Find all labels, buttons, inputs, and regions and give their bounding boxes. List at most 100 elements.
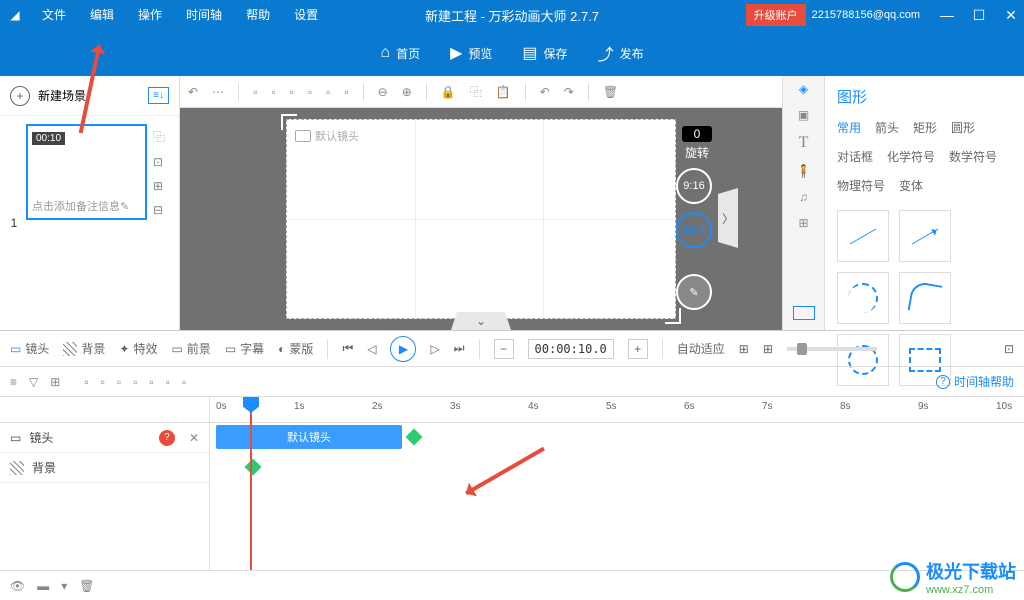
undo2-icon[interactable]: ↶ bbox=[540, 85, 550, 99]
publish-button[interactable]: ⤴发布 bbox=[598, 41, 644, 65]
save-button[interactable]: ▤保存 bbox=[522, 43, 567, 63]
lock-icon[interactable]: ⊡ bbox=[153, 155, 171, 169]
align-left-icon[interactable]: ▫ bbox=[253, 85, 257, 99]
undo-icon[interactable]: ↶ bbox=[188, 85, 198, 99]
step-fwd-icon[interactable]: ⏭ bbox=[454, 341, 465, 356]
cat-circle[interactable]: 圆形 bbox=[951, 119, 975, 136]
align-bot-icon[interactable]: ▫ bbox=[344, 85, 348, 99]
music-tab-icon[interactable]: ♫ bbox=[799, 190, 808, 204]
paste-icon[interactable]: 📋 bbox=[496, 85, 511, 99]
cat-chem[interactable]: 化学符号 bbox=[887, 148, 935, 165]
copy2-icon[interactable]: ⿻ bbox=[470, 83, 482, 100]
timecode[interactable]: 00:00:10.0 bbox=[528, 339, 614, 359]
ratio-edit[interactable]: ✎ bbox=[676, 274, 712, 310]
keyframe-icon[interactable] bbox=[406, 429, 423, 446]
cat-dialog[interactable]: 对话框 bbox=[837, 148, 873, 165]
ratio-169[interactable]: 16:9 bbox=[676, 212, 712, 248]
upgrade-button[interactable]: 升级账户 bbox=[746, 4, 806, 26]
timeline-tracks[interactable]: 0s 1s 2s 3s 4s 5s 6s 7s 8s 9s 10s 默认镜头 bbox=[210, 397, 1024, 570]
filter-icon[interactable]: ▽ bbox=[29, 375, 38, 389]
rect-preview-icon[interactable] bbox=[793, 306, 815, 320]
zoom-in-icon[interactable]: ⊕ bbox=[402, 85, 412, 99]
f5-icon[interactable]: ▫ bbox=[149, 375, 153, 389]
del-icon[interactable]: 🗑 bbox=[79, 579, 94, 593]
shape-arrow[interactable] bbox=[899, 210, 951, 262]
f2-icon[interactable]: ▫ bbox=[101, 375, 105, 389]
text-tab-icon[interactable]: T bbox=[799, 134, 809, 152]
cat-math[interactable]: 数学符号 bbox=[949, 148, 997, 165]
menu-file[interactable]: 文件 bbox=[30, 0, 78, 30]
align-top-icon[interactable]: ▫ bbox=[308, 85, 312, 99]
cat-arrow[interactable]: 箭头 bbox=[875, 119, 899, 136]
zoom-out-icon[interactable]: ⊖ bbox=[378, 85, 388, 99]
misc-tab-icon[interactable]: ⊞ bbox=[798, 216, 808, 230]
timeline-help[interactable]: ?时间轴帮助 bbox=[936, 373, 1014, 390]
camera-clip[interactable]: 默认镜头 bbox=[216, 425, 402, 449]
tl-subtitle-button[interactable]: ▭字幕 bbox=[225, 340, 264, 357]
expand-tl-icon[interactable]: ⊡ bbox=[1004, 342, 1014, 356]
track-camera[interactable]: ▭ 镜头 ? ✕ bbox=[0, 423, 209, 453]
close-icon[interactable]: ✕ bbox=[998, 7, 1024, 24]
tl-foreground-button[interactable]: ▭前景 bbox=[171, 340, 210, 357]
person-tab-icon[interactable]: 🧍 bbox=[796, 164, 811, 178]
list-icon[interactable]: ≡ bbox=[10, 375, 17, 389]
folder-icon[interactable]: ▬ bbox=[37, 579, 49, 593]
shape-arc[interactable] bbox=[899, 272, 951, 324]
preview-button[interactable]: ▶预览 bbox=[450, 43, 492, 63]
time-ruler[interactable]: 0s 1s 2s 3s 4s 5s 6s 7s 8s 9s 10s bbox=[210, 397, 1024, 423]
align-center-icon[interactable]: ▫ bbox=[271, 85, 275, 99]
shapes-tab-icon[interactable]: ◈ bbox=[799, 82, 808, 96]
keyframe-icon[interactable] bbox=[245, 459, 262, 476]
autofit-label[interactable]: 自动适应 bbox=[677, 340, 725, 357]
stage[interactable]: 默认镜头 0 旋转 9:16 16:9 ✎ 〉 ⌄ bbox=[180, 108, 782, 330]
f3-icon[interactable]: ▫ bbox=[117, 375, 121, 389]
next-icon[interactable]: ▷ bbox=[430, 342, 439, 356]
lock-icon[interactable]: 🔒 bbox=[441, 85, 456, 99]
f7-icon[interactable]: ▫ bbox=[182, 375, 186, 389]
home-button[interactable]: ⌂首页 bbox=[380, 44, 420, 62]
ratio-916[interactable]: 9:16 bbox=[676, 168, 712, 204]
tl-camera-button[interactable]: ▭镜头 bbox=[10, 340, 49, 357]
tl-mask-button[interactable]: ◐蒙版 bbox=[278, 340, 313, 357]
playhead[interactable] bbox=[250, 397, 252, 570]
delete-icon[interactable]: ⊟ bbox=[153, 203, 171, 217]
grid-icon[interactable]: ⊞ bbox=[50, 375, 60, 389]
cat-variant[interactable]: 变体 bbox=[899, 177, 923, 194]
prev-icon[interactable]: ◁ bbox=[367, 342, 376, 356]
sort-icon[interactable]: ≡↓ bbox=[148, 87, 169, 104]
cat-common[interactable]: 常用 bbox=[837, 119, 861, 136]
zoom-slider[interactable] bbox=[787, 347, 877, 351]
link-icon[interactable]: ⊞ bbox=[153, 179, 171, 193]
menu-edit[interactable]: 编辑 bbox=[78, 0, 126, 30]
snap1-icon[interactable]: ⊞ bbox=[739, 342, 749, 356]
down-icon[interactable]: ▾ bbox=[61, 579, 67, 593]
play-button[interactable]: ▶ bbox=[390, 336, 416, 362]
camera-frame[interactable]: 默认镜头 bbox=[286, 119, 676, 319]
f1-icon[interactable]: ▫ bbox=[84, 375, 88, 389]
rotation-control[interactable]: 0 旋转 bbox=[682, 126, 712, 161]
copy-icon[interactable]: ⿻ bbox=[153, 128, 171, 145]
menu-timeline[interactable]: 时间轴 bbox=[174, 0, 234, 30]
time-plus[interactable]: + bbox=[628, 339, 648, 359]
align-mid-icon[interactable]: ▫ bbox=[326, 85, 330, 99]
cat-rect[interactable]: 矩形 bbox=[913, 119, 937, 136]
f6-icon[interactable]: ▫ bbox=[166, 375, 170, 389]
scene-thumbnail[interactable]: 00:10 点击添加备注信息✎ bbox=[26, 124, 147, 220]
track-background[interactable]: 背景 bbox=[0, 453, 209, 483]
minimize-icon[interactable]: — bbox=[934, 7, 960, 23]
eye-icon[interactable]: 👁 bbox=[10, 579, 25, 593]
track-close-icon[interactable]: ✕ bbox=[189, 431, 199, 445]
shape-line[interactable] bbox=[837, 210, 889, 262]
time-minus[interactable]: − bbox=[494, 339, 514, 359]
image-tab-icon[interactable]: ▣ bbox=[798, 108, 809, 122]
shape-dashed-arc[interactable] bbox=[837, 272, 889, 324]
more-icon[interactable]: ⋯ bbox=[212, 85, 224, 99]
f4-icon[interactable]: ▫ bbox=[133, 375, 137, 389]
warning-icon[interactable]: ? bbox=[159, 430, 175, 446]
expand-down-icon[interactable]: ⌄ bbox=[451, 312, 511, 330]
scene-note[interactable]: 点击添加备注信息✎ bbox=[32, 198, 141, 214]
step-back-icon[interactable]: ⏮ bbox=[342, 341, 353, 356]
menu-settings[interactable]: 设置 bbox=[282, 0, 330, 30]
align-right-icon[interactable]: ▫ bbox=[290, 85, 294, 99]
tl-background-button[interactable]: 背景 bbox=[63, 340, 105, 357]
